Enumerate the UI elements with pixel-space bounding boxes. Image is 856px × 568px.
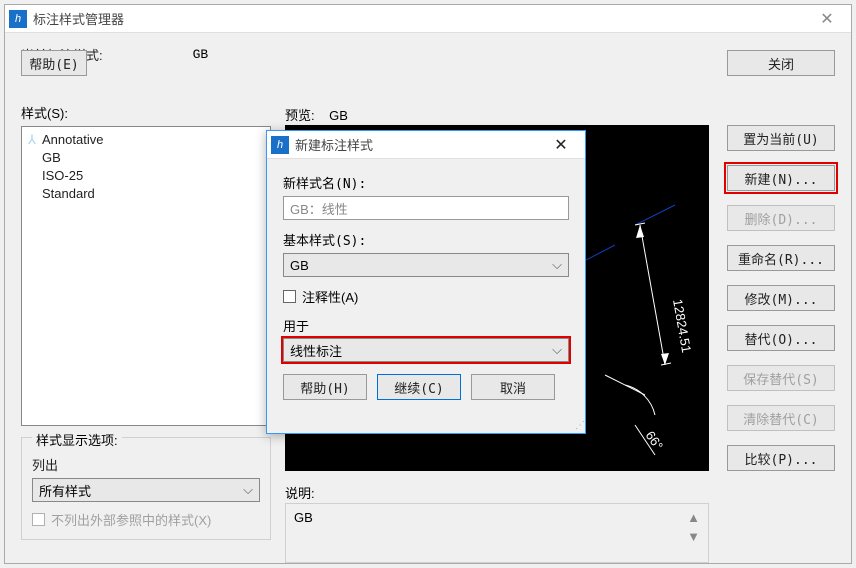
base-style-value: GB <box>290 258 309 273</box>
new-button[interactable]: 新建(N)... <box>727 165 835 191</box>
explain-box: GB ▲▼ <box>285 503 709 563</box>
display-options-label: 样式显示选项: <box>32 430 122 449</box>
help-button[interactable]: 帮助(E) <box>21 50 87 76</box>
styles-listbox[interactable]: ⅄Annotative GB ISO-25 Standard <box>21 126 271 426</box>
app-icon: h <box>271 136 289 154</box>
base-style-label: 基本样式(S): <box>283 230 569 249</box>
main-content: 当前标注样式: GB 样式(S): ⅄Annotative GB ISO-25 … <box>5 33 851 88</box>
explain-value: GB <box>294 510 313 556</box>
current-style-value: GB <box>193 47 209 62</box>
chevron-down-icon: ⌵ <box>552 342 562 358</box>
styles-label: 样式(S): <box>21 103 271 122</box>
dialog-titlebar: h 新建标注样式 ✕ <box>267 131 585 159</box>
used-for-select[interactable]: 线性标注 ⌵ <box>283 338 569 362</box>
explain-label: 说明: <box>285 483 315 502</box>
list-item[interactable]: ⅄Annotative <box>28 131 264 149</box>
resize-grip-icon[interactable]: ⋰ <box>575 420 583 431</box>
svg-text:66°: 66° <box>643 428 667 453</box>
dialog-help-button[interactable]: 帮助(H) <box>283 374 367 400</box>
set-current-button[interactable]: 置为当前(U) <box>727 125 835 151</box>
close-icon[interactable]: ✕ <box>541 131 581 159</box>
new-dimstyle-dialog: h 新建标注样式 ✕ 新样式名(N): GB：线性 基本样式(S): GB ⌵ … <box>266 130 586 434</box>
close-icon[interactable]: ✕ <box>807 5 847 33</box>
list-filter-select[interactable]: 所有样式 ⌵ <box>32 478 260 502</box>
chevron-down-icon: ⌵ <box>243 482 253 498</box>
annotative-icon: ⅄ <box>28 131 40 149</box>
list-item[interactable]: Standard <box>28 185 264 203</box>
list-item[interactable]: GB <box>28 149 264 167</box>
dialog-body: 新样式名(N): GB：线性 基本样式(S): GB ⌵ 注释性(A) 用于 线… <box>267 159 585 410</box>
svg-text:12824.51: 12824.51 <box>670 298 694 354</box>
clear-override-button[interactable]: 清除替代(C) <box>727 405 835 431</box>
close-button[interactable]: 关闭 <box>727 50 835 76</box>
rename-button[interactable]: 重命名(R)... <box>727 245 835 271</box>
explain-scroll[interactable]: ▲▼ <box>687 510 700 556</box>
dialog-buttons: 帮助(H) 继续(C) 取消 <box>283 374 569 400</box>
continue-button[interactable]: 继续(C) <box>377 374 461 400</box>
base-style-select[interactable]: GB ⌵ <box>283 253 569 277</box>
modify-button[interactable]: 修改(M)... <box>727 285 835 311</box>
list-filter-label: 列出 <box>32 455 260 474</box>
override-button[interactable]: 替代(O)... <box>727 325 835 351</box>
annotative-checkbox[interactable]: 注释性(A) <box>283 287 569 306</box>
styles-column: 样式(S): ⅄Annotative GB ISO-25 Standard <box>21 103 271 426</box>
annotative-label: 注释性(A) <box>302 287 358 306</box>
current-style-row: 当前标注样式: GB <box>21 45 835 64</box>
cancel-button[interactable]: 取消 <box>471 374 555 400</box>
delete-button[interactable]: 删除(D)... <box>727 205 835 231</box>
used-for-label: 用于 <box>283 316 569 335</box>
new-name-input[interactable]: GB：线性 <box>283 196 569 220</box>
save-override-button[interactable]: 保存替代(S) <box>727 365 835 391</box>
compare-button[interactable]: 比较(P)... <box>727 445 835 471</box>
chevron-down-icon: ⌵ <box>552 257 562 273</box>
used-for-value: 线性标注 <box>290 341 342 360</box>
right-button-column: 置为当前(U) 新建(N)... 删除(D)... 重命名(R)... 修改(M… <box>727 125 835 471</box>
hide-xref-label: 不列出外部参照中的样式(X) <box>51 510 211 529</box>
app-icon: h <box>9 10 27 28</box>
list-filter-value: 所有样式 <box>39 481 91 500</box>
dialog-title: 新建标注样式 <box>295 135 541 154</box>
list-item[interactable]: ISO-25 <box>28 167 264 185</box>
main-titlebar: h 标注样式管理器 ✕ <box>5 5 851 33</box>
hide-xref-checkbox-row[interactable]: 不列出外部参照中的样式(X) <box>32 510 260 529</box>
new-name-label: 新样式名(N): <box>283 173 569 192</box>
window-title: 标注样式管理器 <box>33 9 807 28</box>
preview-label: 预览: GB <box>285 105 348 124</box>
display-options-group: 样式显示选项: 列出 所有样式 ⌵ 不列出外部参照中的样式(X) <box>21 437 271 540</box>
checkbox-icon <box>32 513 45 526</box>
checkbox-icon <box>283 290 296 303</box>
